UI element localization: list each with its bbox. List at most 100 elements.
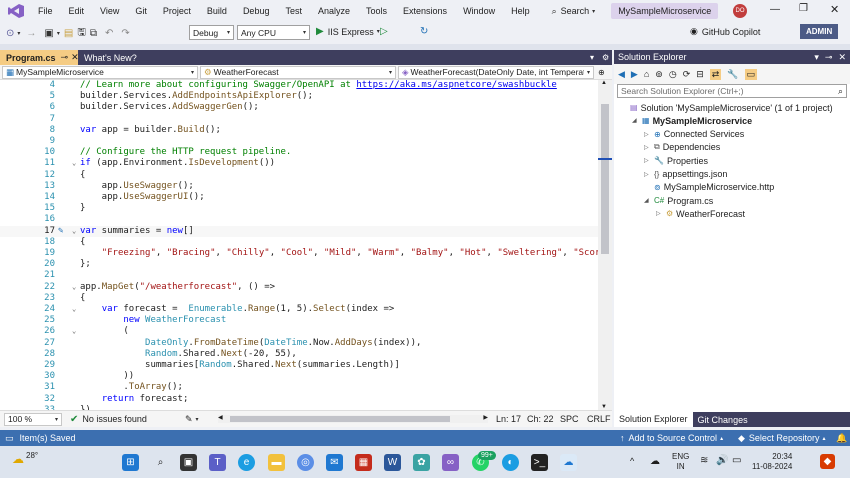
properties-icon[interactable]: 🔧 bbox=[727, 69, 738, 80]
tab-list-icon[interactable]: ▾ bbox=[590, 53, 594, 62]
task-view-icon[interactable]: ▣ bbox=[180, 454, 197, 471]
new-project-icon[interactable]: ▣ bbox=[44, 28, 53, 39]
edge-icon[interactable]: e bbox=[238, 454, 255, 471]
nav-back-icon[interactable]: ⊙ bbox=[6, 28, 14, 39]
tree-item[interactable]: ▷ ⊕ Connected Services bbox=[644, 128, 744, 141]
wifi-icon[interactable]: ≋ bbox=[700, 455, 708, 466]
code-line[interactable]: 24 ⌄ var forecast = Enumerable.Range(1, 5… bbox=[0, 304, 598, 315]
cloud-sync-icon[interactable]: ☁ bbox=[650, 456, 660, 467]
language-indicator[interactable]: ENG IN bbox=[672, 452, 689, 472]
expanded-arrow-icon[interactable]: ◢ bbox=[644, 197, 654, 204]
home-icon[interactable]: ⌂ bbox=[644, 69, 649, 79]
code-editor[interactable]: 4 // Learn more about configuring Swagger… bbox=[0, 80, 612, 410]
code-line[interactable]: 14 app.UseSwaggerUI(); bbox=[0, 192, 598, 203]
search-box[interactable]: ⌕ Search ▾ bbox=[552, 6, 596, 17]
avatar[interactable]: DO bbox=[733, 4, 747, 18]
column-number-status[interactable]: Ch: 22 bbox=[527, 414, 554, 424]
weather-widget[interactable]: ☁ 28° bbox=[12, 451, 38, 467]
settings-icon[interactable]: ⚙ bbox=[602, 53, 609, 62]
code-line[interactable]: 18 { bbox=[0, 237, 598, 248]
menu-tools[interactable]: Tools bbox=[358, 6, 395, 16]
tree-item[interactable]: ▷ ⧉ Dependencies bbox=[644, 141, 720, 154]
scroll-left-icon[interactable]: ◀ bbox=[218, 414, 223, 421]
fold-toggle-icon[interactable]: ⌄ bbox=[72, 304, 76, 315]
teams-icon[interactable]: T bbox=[209, 454, 226, 471]
code-line[interactable]: 11 ⌄ if (app.Environment.IsDevelopment()) bbox=[0, 158, 598, 169]
scroll-right-icon[interactable]: ▶ bbox=[483, 414, 488, 421]
code-line[interactable]: 16 bbox=[0, 214, 598, 225]
menu-debug[interactable]: Debug bbox=[235, 6, 278, 16]
start-menu-icon[interactable]: ⊞ bbox=[122, 454, 139, 471]
line-number-status[interactable]: Ln: 17 bbox=[496, 414, 521, 424]
cloud-app-icon[interactable]: ☁ bbox=[560, 454, 577, 471]
back-icon[interactable]: ◀ bbox=[618, 69, 625, 80]
expand-arrow-icon[interactable]: ▷ bbox=[644, 171, 654, 178]
project-dropdown[interactable]: ▦ MySampleMicroservice ▾ bbox=[2, 65, 198, 79]
word-icon[interactable]: W bbox=[384, 454, 401, 471]
mail-icon[interactable]: ✉ bbox=[326, 454, 343, 471]
close-icon[interactable]: ✕ bbox=[838, 52, 846, 63]
quick-actions-icon[interactable]: ✎ bbox=[58, 226, 63, 237]
chevron-down-icon[interactable]: ▾ bbox=[57, 30, 60, 37]
code-line[interactable]: 9 bbox=[0, 136, 598, 147]
copilot-app-icon[interactable]: ◎ bbox=[297, 454, 314, 471]
admin-badge[interactable]: ADMIN bbox=[800, 24, 839, 39]
expand-arrow-icon[interactable]: ▷ bbox=[656, 210, 666, 217]
code-line[interactable]: 30 )) bbox=[0, 371, 598, 382]
pending-changes-icon[interactable]: ◷ bbox=[669, 69, 677, 80]
code-line[interactable]: 7 bbox=[0, 114, 598, 125]
tab-solution-explorer[interactable]: Solution Explorer bbox=[614, 412, 693, 427]
code-line[interactable]: 5 builder.Services.AddEndpointsApiExplore… bbox=[0, 91, 598, 102]
code-line[interactable]: 31 .ToArray(); bbox=[0, 382, 598, 393]
refresh-icon[interactable]: ⟳ bbox=[683, 69, 691, 80]
type-dropdown[interactable]: ⚙ WeatherForecast ▾ bbox=[200, 65, 396, 79]
start-debug-button[interactable]: ▶ IIS Express ▾ bbox=[316, 26, 380, 37]
code-line[interactable]: 22 ⌄ app.MapGet("/weatherforecast", () => bbox=[0, 282, 598, 293]
code-line[interactable]: 21 bbox=[0, 270, 598, 281]
horizontal-scrollbar[interactable]: ◀ ▶ bbox=[218, 415, 488, 423]
open-icon[interactable]: ▤ bbox=[64, 28, 73, 39]
scroll-up-icon[interactable]: ▲ bbox=[601, 80, 607, 86]
expanded-arrow-icon[interactable]: ◢ bbox=[632, 117, 642, 124]
code-line[interactable]: 12 { bbox=[0, 170, 598, 181]
vertical-scrollbar[interactable]: ▲ ▼ bbox=[598, 80, 612, 410]
undo-icon[interactable]: ↶ bbox=[105, 28, 113, 39]
menu-build[interactable]: Build bbox=[199, 6, 235, 16]
pin-icon[interactable]: ⊸ bbox=[825, 52, 833, 63]
menu-edit[interactable]: Edit bbox=[61, 6, 93, 16]
configuration-select[interactable]: Debug ▾ bbox=[189, 25, 234, 40]
tab-program-cs[interactable]: Program.cs ⊸ ✕ bbox=[0, 50, 79, 65]
copilot-tray-icon[interactable]: ◆ bbox=[820, 454, 835, 469]
browser-icon[interactable]: ◐ bbox=[502, 454, 519, 471]
save-icon[interactable]: 🖫 bbox=[77, 25, 86, 42]
code-line[interactable]: 27 DateOnly.FromDateTime(DateTime.Now.Ad… bbox=[0, 338, 598, 349]
code-line[interactable]: 10 // Configure the HTTP request pipeline… bbox=[0, 147, 598, 158]
minimize-button[interactable]: — bbox=[770, 4, 780, 15]
switch-views-icon[interactable]: ⊚ bbox=[655, 69, 663, 80]
menu-help[interactable]: Help bbox=[503, 6, 538, 16]
tree-item[interactable]: ▷{} appsettings.json bbox=[644, 168, 727, 181]
code-line[interactable]: 19 "Freezing", "Bracing", "Chilly", "Coo… bbox=[0, 248, 612, 259]
panel-menu-icon[interactable]: ▾ bbox=[814, 52, 819, 63]
code-line[interactable]: 29 summaries[Random.Shared.Next(summarie… bbox=[0, 360, 598, 371]
brush-icon[interactable]: ✎ bbox=[185, 414, 193, 425]
menu-window[interactable]: Window bbox=[455, 6, 503, 16]
code-line[interactable]: 13 app.UseSwagger(); bbox=[0, 181, 598, 192]
notifications-icon[interactable]: 🔔 bbox=[836, 433, 847, 444]
issues-status[interactable]: No issues found bbox=[82, 414, 147, 424]
select-repository-button[interactable]: ◆ Select Repository ▴ bbox=[738, 433, 825, 444]
menu-analyze[interactable]: Analyze bbox=[310, 6, 358, 16]
scroll-thumb[interactable] bbox=[601, 104, 609, 254]
volume-icon[interactable]: 🔊 bbox=[716, 455, 728, 466]
fold-toggle-icon[interactable]: ⌄ bbox=[72, 226, 76, 237]
code-line[interactable]: 23 { bbox=[0, 293, 598, 304]
pin-icon[interactable]: ⊸ bbox=[61, 52, 69, 63]
member-dropdown[interactable]: ◈ WeatherForecast(DateOnly Date, int Temp… bbox=[398, 65, 594, 79]
fold-toggle-icon[interactable]: ⌄ bbox=[72, 282, 76, 293]
save-all-icon[interactable]: ⧉ bbox=[90, 28, 97, 39]
platform-select[interactable]: Any CPU ▾ bbox=[237, 25, 310, 40]
expand-arrow-icon[interactable]: ▷ bbox=[644, 144, 654, 151]
collapse-all-icon[interactable]: ⊟ bbox=[696, 69, 704, 80]
terminal-icon[interactable]: >_ bbox=[531, 454, 548, 471]
redo-icon[interactable]: ↷ bbox=[121, 28, 129, 39]
